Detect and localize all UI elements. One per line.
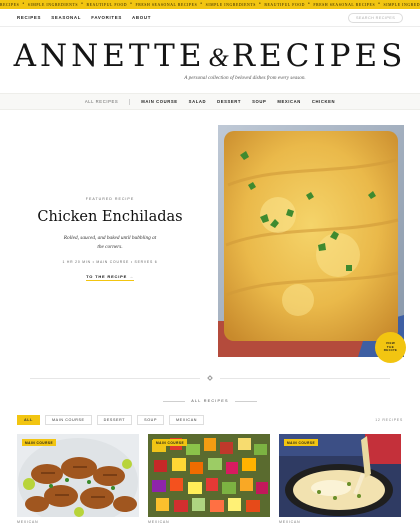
ticker-item: Simple Ingredients [27, 2, 79, 7]
ticker-bullet-icon: • [81, 2, 84, 7]
masthead: ANNETTE &RECIPES A personal collection of… [0, 27, 420, 93]
primary-nav: Recipes Seasonal Favorites About [17, 15, 151, 20]
ticker-item: Beautiful Food [86, 2, 128, 7]
recipe-card-category: Mexican [148, 520, 170, 524]
ticker-item: Simple Ingredients [205, 2, 256, 7]
ticker-item: Fresh Seasonal Recipes [313, 2, 376, 7]
recipe-card[interactable]: Main Course Mexican [148, 434, 270, 524]
nav-link-seasonal[interactable]: Seasonal [51, 15, 81, 20]
featured-description: Rolled, sauced, and baked until bubbling… [63, 235, 157, 250]
arrow-right-icon: → [129, 274, 134, 279]
recipe-card-image[interactable]: Main Course [148, 434, 270, 517]
category-main-course[interactable]: Main Course [141, 99, 177, 104]
filter-mexican[interactable]: Mexican [169, 415, 205, 425]
featured-text: Featured Recipe Chicken Enchiladas Rolle… [20, 197, 200, 283]
ticker-item: Simple Ingredients [383, 2, 420, 7]
site-title[interactable]: ANNETTE &RECIPES [0, 41, 420, 72]
ticker-bullet-icon: • [200, 2, 203, 7]
category-salad[interactable]: Salad [189, 99, 206, 104]
view-the-recipe-badge[interactable]: View the Recipe [375, 332, 406, 363]
ticker-bullet-icon: • [378, 2, 381, 7]
fruit-salad-photo [148, 434, 270, 517]
category-chicken[interactable]: Chicken [312, 99, 335, 104]
recipe-filters: All Main Course Dessert Soup Mexican [17, 415, 205, 425]
category-soup[interactable]: Soup [252, 99, 266, 104]
divider-line-left [30, 377, 200, 379]
category-separator [129, 98, 131, 105]
site-title-right: RECIPES [231, 38, 407, 74]
category-bar: All Recipes Main Course Salad Dessert So… [0, 93, 420, 110]
recipe-card-tag: Main Course [22, 439, 57, 446]
recipe-card[interactable]: Main Course Mexican [279, 434, 401, 524]
site-title-ampersand: & [208, 43, 229, 72]
announcement-ticker: Recipes • Simple Ingredients • Beautiful Foo… [0, 0, 420, 9]
ticker-item: Beautiful Food [264, 2, 305, 7]
recipe-card-image[interactable]: Main Course [279, 434, 401, 517]
recipe-card-category: Mexican [17, 520, 39, 524]
featured-eyebrow: Featured Recipe [85, 197, 135, 201]
enchiladas-photo [218, 125, 404, 357]
category-all-recipes[interactable]: All Recipes [85, 99, 118, 104]
queso-dip-photo [279, 434, 401, 517]
featured-title[interactable]: Chicken Enchiladas [20, 209, 200, 225]
filter-all[interactable]: All [17, 415, 40, 425]
recipe-card-grid: Main Course Mexican [17, 434, 401, 524]
nav-link-recipes[interactable]: Recipes [17, 15, 41, 20]
section-divider [0, 375, 420, 381]
filter-dessert[interactable]: Dessert [96, 415, 133, 425]
featured-recipe: Featured Recipe Chicken Enchiladas Rolle… [0, 110, 420, 374]
featured-meta: 1 hr 20 min • Main Course • Serves 6 [62, 260, 158, 264]
grilled-chicken-photo [17, 434, 139, 517]
ticker-item: Recipes [0, 2, 20, 7]
top-nav: Recipes Seasonal Favorites About [0, 9, 420, 27]
featured-recipe-image[interactable] [218, 125, 404, 357]
site-title-left: ANNETTE [13, 38, 206, 74]
recipe-card-tag: Main Course [284, 439, 319, 446]
filter-main-course[interactable]: Main Course [44, 415, 92, 425]
ticker-bullet-icon: • [259, 2, 262, 7]
ticker-bullet-icon: • [130, 2, 133, 7]
recipe-count: 12 Recipes [375, 418, 403, 422]
to-the-recipe-link[interactable]: To the recipe → [86, 274, 134, 281]
nav-link-favorites[interactable]: Favorites [91, 15, 122, 20]
ticker-bullet-icon: • [22, 2, 25, 7]
search-input[interactable] [356, 15, 398, 20]
all-recipes-heading: All Recipes [0, 399, 420, 403]
badge-line-3: Recipe [383, 348, 398, 353]
recipe-card-category: Mexican [279, 520, 301, 524]
search-box[interactable] [348, 12, 403, 23]
to-the-recipe-label: To the recipe [86, 274, 128, 279]
ticker-track: Recipes • Simple Ingredients • Beautiful Foo… [0, 2, 420, 7]
divider-line-right [220, 377, 390, 379]
category-dessert[interactable]: Dessert [217, 99, 241, 104]
ticker-item: Fresh Seasonal Recipes [135, 2, 198, 7]
site-tagline: A personal collection of beloved dishes … [184, 75, 306, 81]
filter-soup[interactable]: Soup [137, 415, 165, 425]
recipe-card[interactable]: Main Course Mexican [17, 434, 139, 524]
nav-link-about[interactable]: About [132, 15, 151, 20]
recipe-card-image[interactable]: Main Course [17, 434, 139, 517]
recipe-card-tag: Main Course [153, 439, 188, 446]
diamond-ornament-icon [207, 375, 213, 381]
category-mexican[interactable]: Mexican [277, 99, 301, 104]
ticker-bullet-icon: • [308, 2, 311, 7]
